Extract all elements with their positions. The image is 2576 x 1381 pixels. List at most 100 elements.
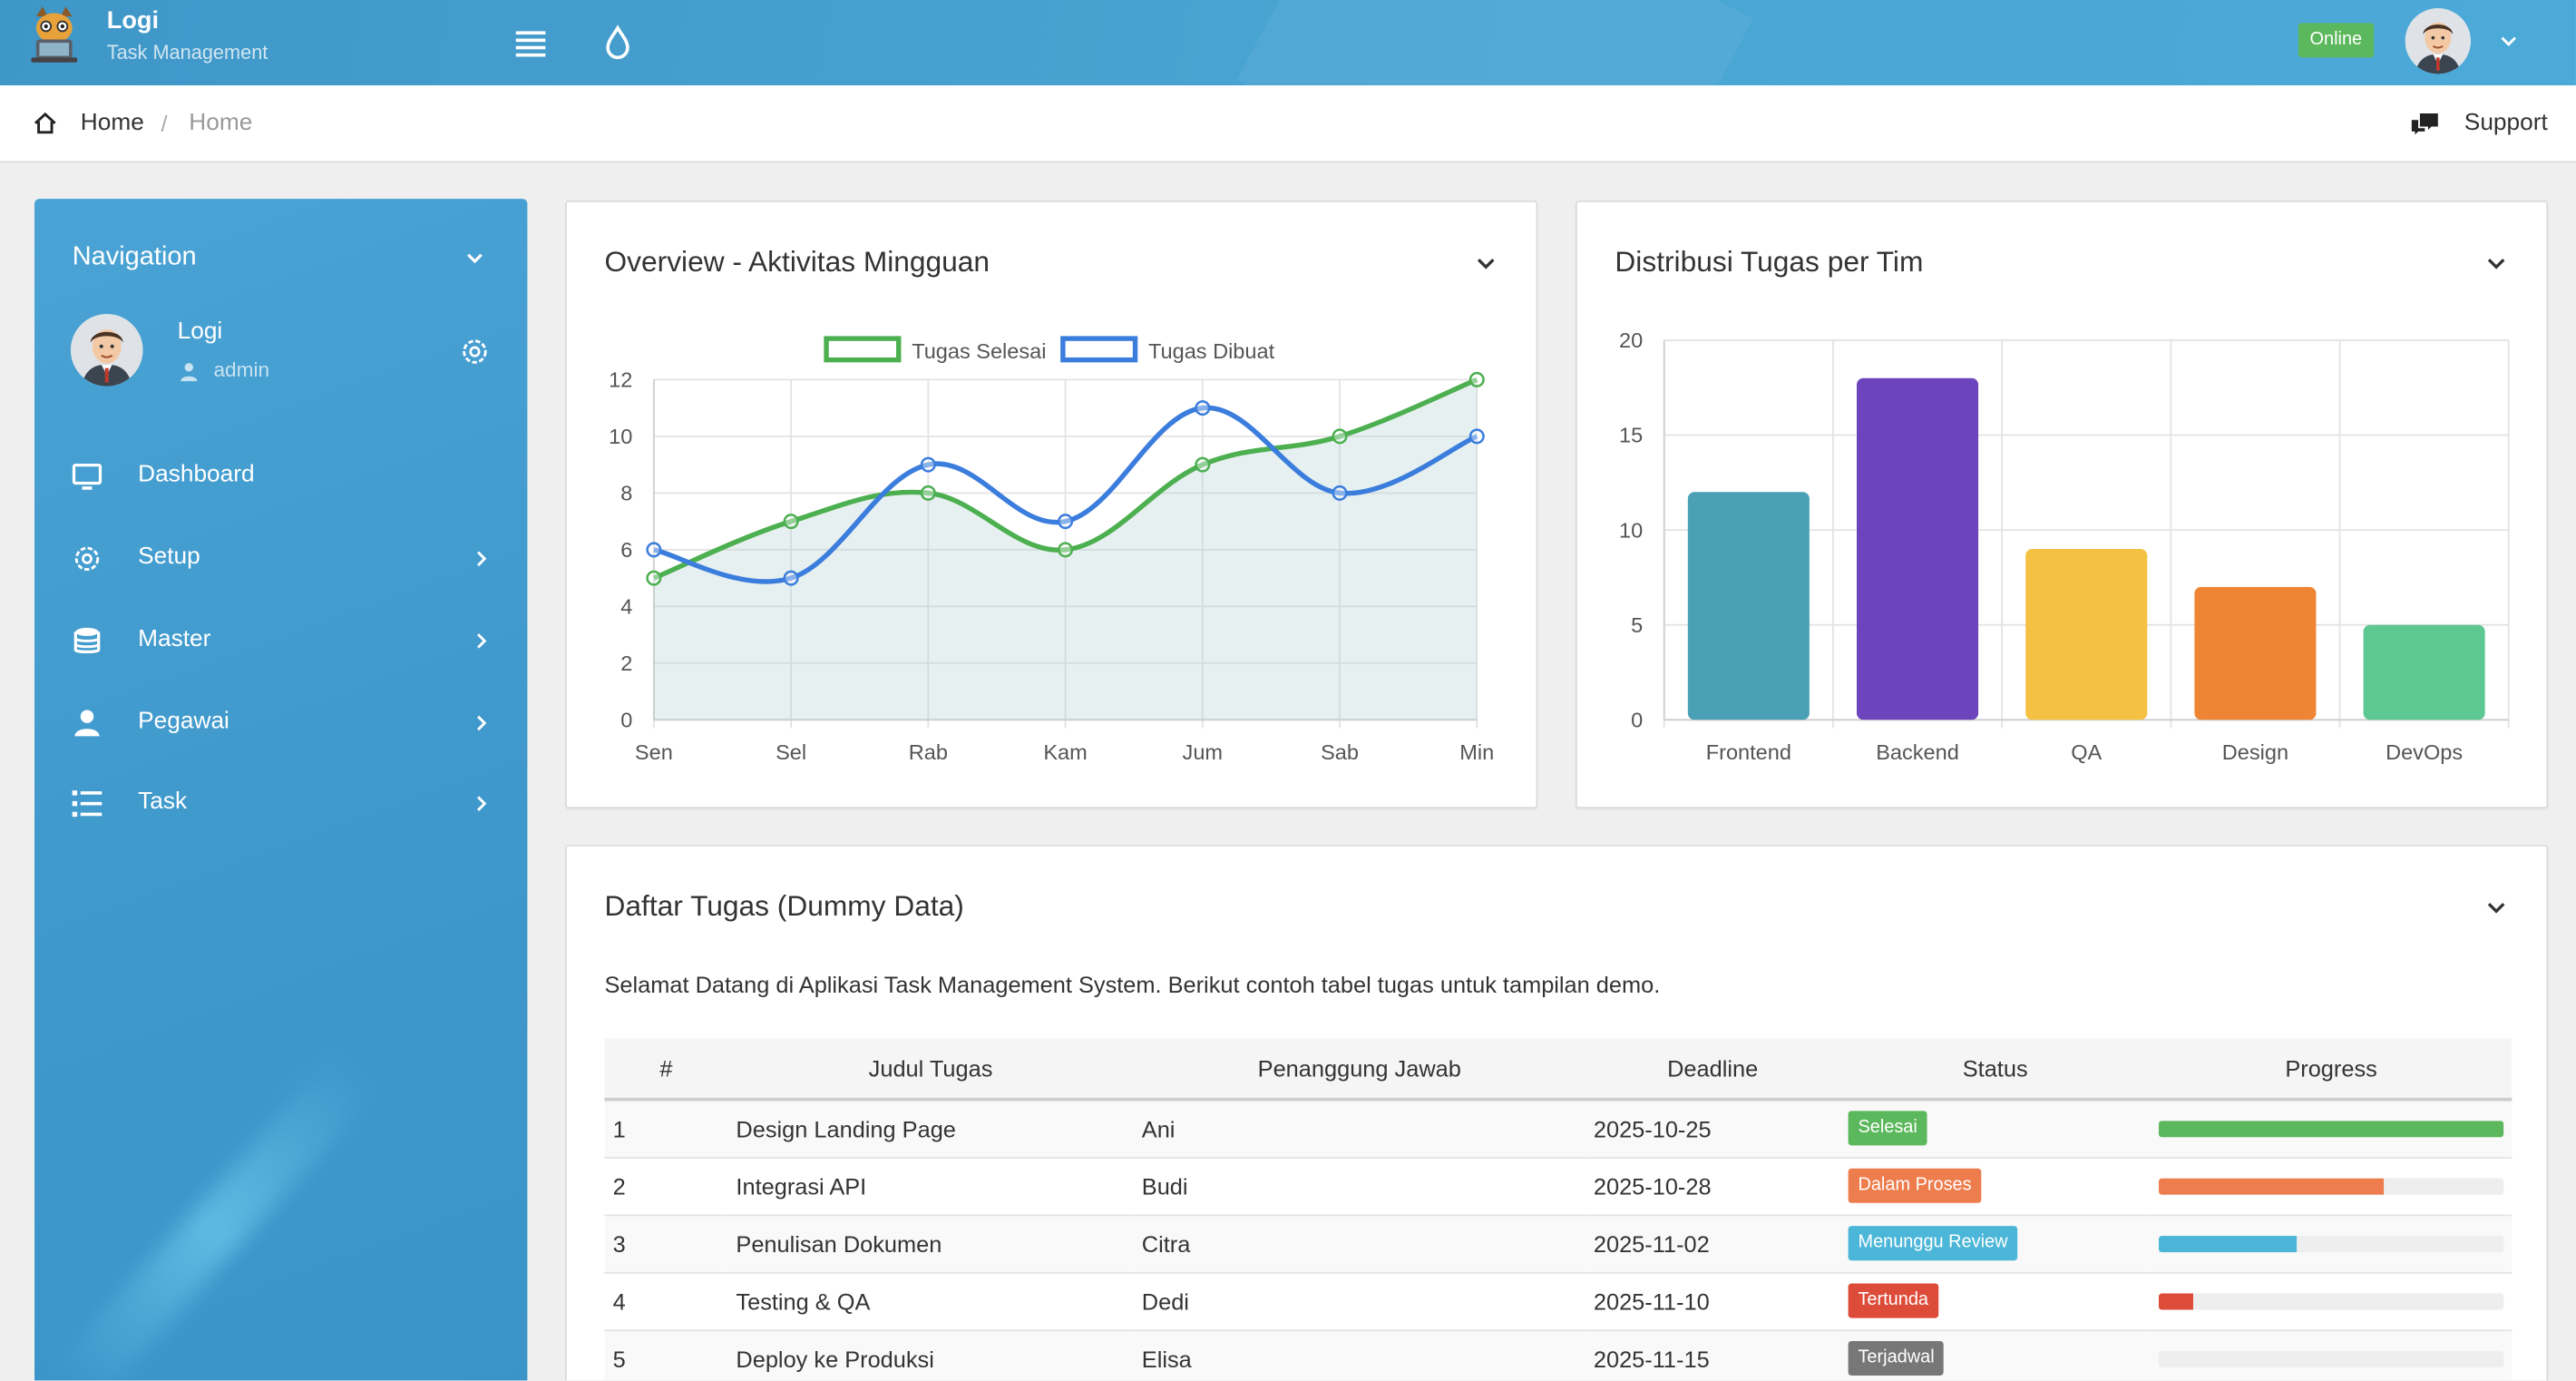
data-point: [783, 514, 799, 530]
chevron-right-icon: [477, 633, 487, 649]
table-row[interactable]: 1 Design Landing Page Ani 2025-10-25 Selesai: [604, 1099, 2513, 1158]
table-row[interactable]: 2 Integrasi API Budi 2025-10-28 Dalam Proses: [604, 1157, 2513, 1216]
top-navbar: Logi Task Management Online: [0, 0, 2576, 86]
task-status-cell: Terjadwal: [1839, 1329, 2151, 1381]
task-status-cell: Tertunda: [1839, 1271, 2151, 1331]
weekly-activity-panel: Overview - Aktivitas Mingguan 0 2 4 6 8 10 12 S…: [565, 200, 1538, 809]
user-avatar[interactable]: [2405, 8, 2472, 74]
table-row[interactable]: 5 Deploy ke Produksi Elisa 2025-11-15 Terjad…: [604, 1329, 2513, 1381]
status-badge: Selesai: [1848, 1111, 1927, 1146]
progress-bar: [2158, 1235, 2504, 1252]
table-row[interactable]: 3 Penulisan Dokumen Citra 2025-11-02 Menungg…: [604, 1214, 2513, 1273]
progress-fill: [2158, 1120, 2504, 1137]
task-status-cell: Dalam Proses: [1839, 1157, 2151, 1216]
chat-bubbles-icon[interactable]: [2410, 112, 2440, 136]
x-tick-label: Min: [1459, 740, 1494, 764]
decorative-light-streak: [51, 1052, 379, 1381]
sidebar-item-dashboard[interactable]: Dashboard: [34, 444, 527, 509]
table-header-row: # Judul Tugas Penanggung Jawab Deadline …: [604, 1038, 2513, 1102]
user-icon: [181, 363, 198, 382]
monitor-icon: [72, 463, 102, 490]
avatar-person-icon: [70, 313, 143, 387]
task-progress-cell: [2150, 1271, 2513, 1331]
sidebar-item-pegawai[interactable]: Pegawai: [34, 690, 527, 756]
task-list-panel: Daftar Tugas (Dummy Data) Selamat Datang…: [565, 844, 2549, 1381]
data-point: [1332, 428, 1348, 445]
chevron-down-icon[interactable]: [2499, 33, 2519, 49]
home-icon: [34, 112, 56, 134]
data-point: [646, 542, 662, 558]
y-tick-label: 0: [620, 708, 632, 731]
bar: [2363, 624, 2485, 720]
task-owner: Dedi: [1133, 1271, 1586, 1331]
task-owner: Budi: [1133, 1157, 1586, 1216]
gear-icon[interactable]: [458, 335, 491, 367]
sidebar-user-avatar: [70, 313, 143, 387]
task-number: 3: [604, 1214, 728, 1273]
task-deadline: 2025-11-10: [1585, 1271, 1840, 1331]
column-header: #: [604, 1038, 728, 1102]
breadcrumb-separator: /: [161, 110, 168, 137]
data-point: [1195, 456, 1211, 473]
sidebar-item-master[interactable]: Master: [34, 608, 527, 673]
y-tick-label: 12: [609, 368, 632, 392]
data-point: [1195, 400, 1211, 416]
task-progress-cell: [2150, 1157, 2513, 1216]
dashboard-page: Logi Task Management Online Home / Home …: [0, 0, 2576, 1381]
data-point: [1469, 428, 1485, 445]
team-bar-chart: 0 5 10 15 20 Frontend Backend QA Design DevOps: [1619, 328, 2510, 764]
task-deadline: 2025-11-02: [1585, 1214, 1840, 1273]
status-badge: Dalam Proses: [1848, 1168, 1982, 1203]
breadcrumb-current: Home: [189, 110, 253, 137]
app-subtitle: Task Management: [106, 41, 268, 64]
y-tick-label: 5: [1631, 613, 1643, 637]
task-deadline: 2025-11-15: [1585, 1329, 1840, 1381]
intro-text: Selamat Datang di Aplikasi Task Manageme…: [604, 971, 1661, 998]
x-tick-label: Backend: [1876, 740, 1959, 764]
app-name: Logi: [106, 6, 160, 35]
task-table-body: 1 Design Landing Page Ani 2025-10-25 Selesai…: [604, 1099, 2513, 1381]
panel-title: Daftar Tugas (Dummy Data): [604, 888, 964, 923]
task-title: Testing & QA: [727, 1271, 1134, 1331]
chevron-down-icon[interactable]: [2485, 899, 2507, 916]
sidebar-item-label: Setup: [138, 544, 200, 571]
task-progress-cell: [2150, 1329, 2513, 1381]
task-owner: Ani: [1133, 1099, 1586, 1158]
data-point: [783, 570, 799, 586]
task-number: 5: [604, 1329, 728, 1381]
support-link[interactable]: Support: [2464, 110, 2548, 136]
bar: [2025, 549, 2148, 720]
sidebar-user-name: Logi: [177, 318, 223, 346]
list-icon: [72, 790, 102, 818]
droplet-icon[interactable]: [601, 23, 634, 62]
chevron-right-icon: [477, 551, 487, 567]
chevron-down-icon[interactable]: [465, 250, 485, 266]
sidebar-item-setup[interactable]: Setup: [34, 526, 527, 592]
task-title: Design Landing Page: [727, 1099, 1134, 1158]
column-header: Progress: [2150, 1038, 2513, 1102]
sidebar-item-label: Dashboard: [138, 461, 255, 488]
cat-logo-icon: [31, 6, 78, 63]
progress-fill: [2158, 1292, 2193, 1309]
x-tick-label: Kam: [1043, 740, 1087, 764]
status-badge: Tertunda: [1848, 1283, 1938, 1318]
sidebar-item-label: Pegawai: [138, 708, 229, 735]
x-tick-label: QA: [2071, 740, 2102, 764]
task-title: Integrasi API: [727, 1157, 1134, 1216]
data-point: [1058, 514, 1074, 530]
task-status-cell: Menunggu Review: [1839, 1214, 2151, 1273]
sidebar-user-role: admin: [213, 357, 270, 382]
column-header: Deadline: [1585, 1038, 1840, 1102]
y-tick-label: 10: [1619, 518, 1643, 542]
database-icon: [73, 627, 101, 653]
progress-bar: [2158, 1292, 2504, 1309]
y-tick-label: 8: [620, 482, 632, 505]
table-row[interactable]: 4 Testing & QA Dedi 2025-11-10 Tertunda: [604, 1271, 2513, 1331]
breadcrumb-home-link[interactable]: Home: [81, 110, 144, 136]
data-point: [646, 570, 662, 586]
sidebar: Navigation Logi admin Dashboard Setup Ma…: [34, 199, 528, 1381]
legend-label: Tugas Dibuat: [1148, 339, 1275, 363]
sidebar-item-task[interactable]: Task: [34, 770, 527, 836]
hamburger-menu-icon[interactable]: [512, 26, 549, 59]
data-point: [920, 485, 936, 501]
